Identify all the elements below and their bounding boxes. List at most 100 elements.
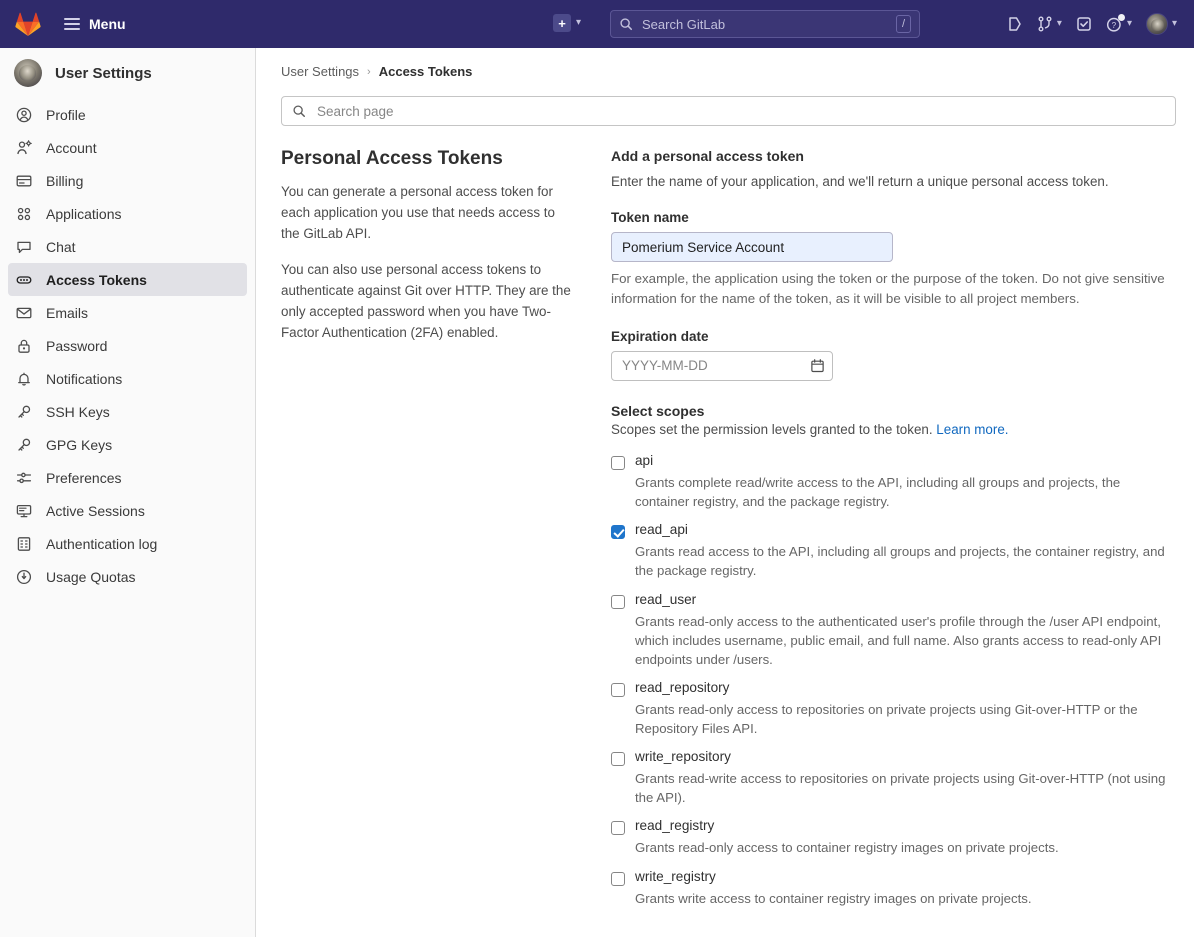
main-menu-button[interactable]: Menu <box>56 10 134 38</box>
sidebar-item-billing[interactable]: Billing <box>8 164 247 197</box>
token-form-column: Add a personal access token Enter the na… <box>611 148 1176 937</box>
help-button[interactable]: ? ▾ <box>1099 8 1139 40</box>
sidebar-item-preferences[interactable]: Preferences <box>8 461 247 494</box>
chevron-down-icon: ▾ <box>1127 19 1132 29</box>
content-columns: Personal Access Tokens You can generate … <box>256 126 1194 937</box>
expiration-date-input[interactable] <box>611 351 833 381</box>
search-icon <box>292 104 306 118</box>
sidebar-item-notifications[interactable]: Notifications <box>8 362 247 395</box>
key-icon <box>16 404 32 420</box>
chat-bubble-icon <box>16 239 32 255</box>
sidebar-item-chat[interactable]: Chat <box>8 230 247 263</box>
info-column: Personal Access Tokens You can generate … <box>281 148 571 937</box>
credit-card-icon <box>16 173 32 189</box>
sidebar-item-authentication-log[interactable]: Authentication log <box>8 527 247 560</box>
scope-checkbox-read_user[interactable] <box>611 595 625 609</box>
sidebar-item-label: SSH Keys <box>46 404 110 420</box>
scope-checkbox-read_api[interactable] <box>611 525 625 539</box>
global-search-box[interactable]: / <box>610 10 920 38</box>
sidebar-item-access-tokens[interactable]: Access Tokens <box>8 263 247 296</box>
navbar-actions: ▾ ? ▾ ▾ <box>1000 0 1184 48</box>
sliders-icon <box>16 470 32 486</box>
scope-checkbox-write_registry[interactable] <box>611 872 625 886</box>
scope-name[interactable]: read_user <box>635 592 1176 609</box>
scope-name[interactable]: read_registry <box>635 818 1176 835</box>
new-item-button[interactable]: + ▾ <box>553 14 581 32</box>
form-heading: Add a personal access token <box>611 148 1176 164</box>
sidebar-item-usage-quotas[interactable]: Usage Quotas <box>8 560 247 593</box>
intro-paragraph-1: You can generate a personal access token… <box>281 182 571 244</box>
sidebar-item-applications[interactable]: Applications <box>8 197 247 230</box>
todos-button[interactable] <box>1069 8 1099 40</box>
grid-apps-icon <box>16 206 32 222</box>
sidebar-item-account[interactable]: Account <box>8 131 247 164</box>
bell-icon <box>16 371 32 387</box>
scope-checkbox-read_repository[interactable] <box>611 683 625 697</box>
key-icon <box>16 437 32 453</box>
scope-description: Grants read access to the API, including… <box>635 542 1176 580</box>
sidebar-header: User Settings <box>0 48 255 96</box>
breadcrumb: User Settings › Access Tokens <box>256 48 1194 79</box>
lock-icon <box>16 338 32 354</box>
sidebar-item-label: Applications <box>46 206 122 222</box>
scope-row: write_registry Grants write access to co… <box>611 869 1176 908</box>
scope-row: write_repository Grants read-write acces… <box>611 749 1176 807</box>
scope-name[interactable]: read_repository <box>635 680 1176 697</box>
sidebar-item-password[interactable]: Password <box>8 329 247 362</box>
page-search-box[interactable] <box>281 96 1176 126</box>
account-gear-icon <box>16 140 32 156</box>
sidebar-item-label: Emails <box>46 305 88 321</box>
todo-checkbox-icon <box>1076 16 1092 32</box>
scopes-description: Scopes set the permission levels granted… <box>611 422 1176 437</box>
sidebar-item-emails[interactable]: Emails <box>8 296 247 329</box>
quota-gauge-icon <box>16 569 32 585</box>
avatar <box>1146 13 1168 35</box>
scope-row: api Grants complete read/write access to… <box>611 453 1176 511</box>
sidebar-item-ssh-keys[interactable]: SSH Keys <box>8 395 247 428</box>
scope-checkbox-write_repository[interactable] <box>611 752 625 766</box>
issues-button[interactable] <box>1000 8 1030 40</box>
scopes-learn-more-link[interactable]: Learn more. <box>936 422 1008 437</box>
user-circle-icon <box>16 107 32 123</box>
sidebar-item-label: Usage Quotas <box>46 569 136 585</box>
scope-description: Grants read-only access to repositories … <box>635 700 1176 738</box>
gitlab-logo-icon[interactable] <box>14 10 42 38</box>
sidebar-item-gpg-keys[interactable]: GPG Keys <box>8 428 247 461</box>
search-icon <box>619 17 633 31</box>
calendar-icon[interactable] <box>809 358 825 374</box>
notification-dot-icon <box>1118 14 1125 21</box>
envelope-icon <box>16 305 32 321</box>
expiration-date-label: Expiration date <box>611 329 1176 344</box>
svg-text:?: ? <box>1112 20 1117 29</box>
chevron-down-icon: ▾ <box>1172 19 1177 29</box>
left-sidebar: User Settings Profile A <box>0 48 256 937</box>
scope-name[interactable]: write_repository <box>635 749 1176 766</box>
scope-row: read_registry Grants read-only access to… <box>611 818 1176 857</box>
sidebar-item-label: Preferences <box>46 470 121 486</box>
log-grid-icon <box>16 536 32 552</box>
sidebar-item-label: Billing <box>46 173 83 189</box>
page-search-input[interactable] <box>315 103 1165 120</box>
sidebar-item-profile[interactable]: Profile <box>8 98 247 131</box>
plus-icon: + <box>553 14 571 32</box>
user-menu-button[interactable]: ▾ <box>1139 8 1184 40</box>
merge-requests-button[interactable]: ▾ <box>1030 8 1069 40</box>
breadcrumb-parent[interactable]: User Settings <box>281 64 359 79</box>
global-search-input[interactable] <box>640 16 896 33</box>
sidebar-nav-list: Profile Account Billing <box>0 96 255 593</box>
scope-name[interactable]: api <box>635 453 1176 470</box>
avatar <box>14 59 42 87</box>
token-name-input[interactable] <box>611 232 893 262</box>
scope-name[interactable]: read_api <box>635 522 1176 539</box>
main-menu-label: Menu <box>89 16 126 32</box>
scope-name[interactable]: write_registry <box>635 869 1176 886</box>
scope-checkbox-api[interactable] <box>611 456 625 470</box>
sidebar-title: User Settings <box>55 65 152 82</box>
sidebar-item-label: Notifications <box>46 371 122 387</box>
main-content: User Settings › Access Tokens Personal A… <box>256 48 1194 937</box>
chevron-down-icon: ▾ <box>1057 19 1062 29</box>
scope-checkbox-read_registry[interactable] <box>611 821 625 835</box>
sidebar-item-label: Active Sessions <box>46 503 145 519</box>
sidebar-item-active-sessions[interactable]: Active Sessions <box>8 494 247 527</box>
scopes-title: Select scopes <box>611 403 1176 419</box>
